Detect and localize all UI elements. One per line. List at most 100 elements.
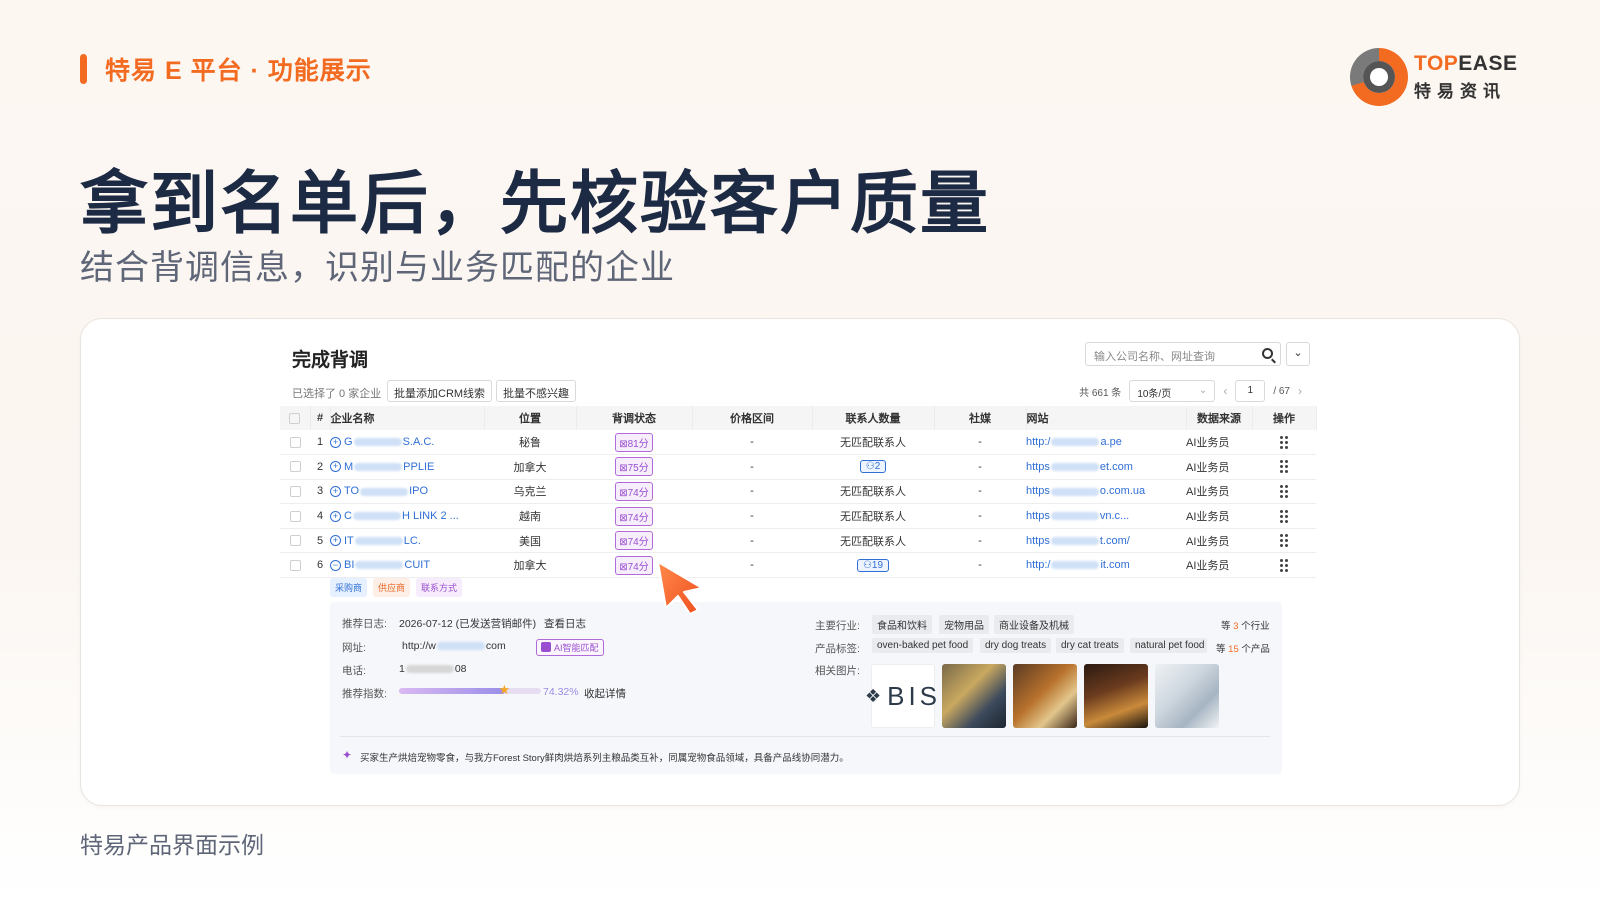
company-name-link[interactable]: + G S.A.C. — [330, 430, 484, 456]
more-actions-icon[interactable] — [1280, 435, 1288, 449]
expand-icon[interactable]: + — [330, 486, 341, 498]
source-cell: AI业务员 — [1186, 454, 1252, 480]
contact-count-badge[interactable]: ⚇19 — [856, 558, 890, 572]
table-row[interactable]: 3 + TO IPO 乌克兰 ⊠74分 - 无匹配联系人 - https o.com.… — [280, 479, 1316, 505]
expand-icon[interactable]: + — [330, 461, 341, 473]
company-name-link[interactable]: + IT LC. — [330, 528, 484, 554]
company-logo-image[interactable]: ❖ BIS — [865, 664, 937, 728]
ai-summary: 买家生产烘焙宠物零食，与我方Forest Story鲜肉烘焙系列主粮品类互补，同… — [360, 753, 849, 764]
expand-icon[interactable]: + — [330, 436, 341, 448]
expand-icon[interactable]: − — [330, 559, 341, 571]
source-cell: AI业务员 — [1186, 528, 1252, 554]
search-input[interactable]: 输入公司名称、网址查询 — [1085, 342, 1281, 366]
more-actions-icon[interactable] — [1280, 558, 1288, 572]
company-name-link[interactable]: + TO IPO — [330, 479, 484, 505]
chevron-down-icon[interactable]: ⌄ — [1286, 342, 1310, 366]
industry-chip: 商业设备及机械 — [994, 615, 1074, 634]
col-actions: 操作 — [1252, 406, 1317, 430]
website-link[interactable]: https et.com — [1026, 454, 1186, 480]
company-table: # 企业名称 位置 背调状态 价格区间 联系人数量 社媒 网站 数据来源 操作 … — [280, 406, 1317, 579]
section-tag: 特易 E 平台 · 功能展示 — [80, 51, 372, 87]
add-crm-button[interactable]: 批量添加CRM线索 — [387, 380, 493, 402]
contacts-cell: 无匹配联系人 — [812, 503, 934, 529]
website-link[interactable]: http:/it.com — [1026, 552, 1186, 579]
not-interested-button[interactable]: 批量不感兴趣 — [496, 380, 576, 402]
contacts-cell: 无匹配联系人 — [812, 528, 934, 554]
score-badge[interactable]: ⊠74分 — [615, 506, 653, 526]
col-website: 网站 — [1026, 406, 1187, 430]
search-icon[interactable] — [1262, 348, 1273, 359]
row-checkbox[interactable] — [289, 510, 301, 522]
log-date: 2026-07-12 (已发送营销邮件) — [399, 618, 537, 630]
website-link[interactable]: https o.com.ua — [1026, 479, 1186, 505]
view-log-link[interactable]: 查看日志 — [544, 616, 586, 631]
table-row[interactable]: 2 + M PPLIE 加拿大 ⊠75分 - ⚇2 - https et.com AI… — [280, 454, 1316, 480]
select-all-checkbox[interactable] — [289, 412, 301, 424]
page-subtitle: 结合背调信息，识别与业务匹配的企业 — [80, 249, 675, 287]
website-link[interactable]: https t.com/ — [1026, 528, 1186, 554]
row-checkbox[interactable] — [289, 559, 301, 571]
site-link[interactable]: http://w com — [402, 640, 506, 652]
ai-match-badge: AI智能匹配 — [536, 639, 604, 656]
location-cell: 秘鲁 — [484, 430, 576, 456]
page-total: / 67 — [1273, 385, 1290, 397]
next-page-icon[interactable]: › — [1298, 384, 1302, 398]
divider — [340, 736, 1270, 737]
prev-page-icon[interactable]: ‹ — [1223, 384, 1227, 398]
website-link[interactable]: https vn.c... — [1026, 503, 1186, 529]
page-size-select[interactable]: 10条/页 ⌄ — [1129, 380, 1216, 402]
row-checkbox[interactable] — [289, 535, 301, 547]
photo-thumbnail[interactable] — [1013, 664, 1077, 728]
company-name-link[interactable]: + C H LINK 2 ... — [330, 503, 484, 529]
table-row[interactable]: 6 − BI CUIT 加拿大 ⊠74分 - ⚇19 - http:/it.com … — [280, 552, 1316, 579]
company-name-link[interactable]: − BI CUIT — [330, 552, 484, 579]
photo-thumbnail[interactable] — [1084, 664, 1148, 728]
score-badge[interactable]: ⊠74分 — [615, 531, 653, 551]
more-actions-icon[interactable] — [1280, 509, 1288, 523]
page-input[interactable]: 1 — [1235, 380, 1266, 402]
contacts-cell: 无匹配联系人 — [812, 430, 934, 456]
col-location: 位置 — [484, 406, 577, 430]
pagination: 共 661 条 10条/页 ⌄ ‹ 1 / 67 › — [1079, 380, 1302, 402]
location-cell: 越南 — [484, 503, 576, 529]
photo-thumbnail[interactable] — [942, 664, 1006, 728]
collapse-link[interactable]: 收起详情 — [584, 686, 626, 701]
social-cell: - — [934, 552, 1026, 579]
page-title: 拿到名单后，先核验客户质量 — [80, 166, 991, 242]
score-badge[interactable]: ⊠74分 — [615, 481, 653, 501]
industry-label: 主要行业: — [815, 620, 860, 632]
row-number: 3 — [310, 479, 330, 505]
more-actions-icon[interactable] — [1280, 460, 1288, 474]
no-contact-text: 无匹配联系人 — [840, 437, 906, 450]
total-count: 共 661 条 — [1079, 387, 1122, 399]
expand-icon[interactable]: + — [330, 510, 341, 522]
index-label: 推荐指数: — [342, 688, 387, 700]
table-row[interactable]: 5 + IT LC. 美国 ⊠74分 - 无匹配联系人 - https t.com/ … — [280, 528, 1316, 554]
site-label: 网址: — [342, 642, 366, 654]
row-checkbox[interactable] — [289, 461, 301, 473]
company-name-link[interactable]: + M PPLIE — [330, 454, 484, 480]
ring-logo-icon — [1350, 48, 1408, 106]
price-cell: - — [692, 503, 812, 529]
more-actions-icon[interactable] — [1280, 534, 1288, 548]
industry-more: 等 3 个行业 — [1221, 621, 1270, 632]
logo-cn: 特易资讯 — [1414, 82, 1506, 101]
contact-count-badge[interactable]: ⚇2 — [859, 460, 887, 474]
col-name: 企业名称 — [330, 406, 485, 430]
product-tag-chip: dry dog treats — [980, 638, 1052, 653]
table-row[interactable]: 4 + C H LINK 2 ... 越南 ⊠74分 - 无匹配联系人 - http… — [280, 503, 1316, 529]
table-row[interactable]: 1 + G S.A.C. 秘鲁 ⊠81分 - 无匹配联系人 - http:/a.pe… — [280, 430, 1316, 456]
score-badge[interactable]: ⊠75分 — [615, 457, 653, 477]
score-badge[interactable]: ⊠74分 — [615, 555, 653, 575]
selection-count: 已选择了 0 家企业 — [292, 388, 382, 400]
photo-thumbnail[interactable] — [1155, 664, 1219, 728]
more-actions-icon[interactable] — [1280, 484, 1288, 498]
row-checkbox[interactable] — [289, 486, 301, 498]
score-badge[interactable]: ⊠81分 — [615, 432, 653, 452]
website-link[interactable]: http:/a.pe — [1026, 430, 1186, 456]
contacts-cell: ⚇2 — [812, 454, 934, 480]
row-checkbox[interactable] — [289, 436, 301, 448]
expand-icon[interactable]: + — [330, 535, 341, 547]
no-contact-text: 无匹配联系人 — [840, 486, 906, 499]
product-tag-chip: oven-baked pet food — [872, 638, 974, 653]
